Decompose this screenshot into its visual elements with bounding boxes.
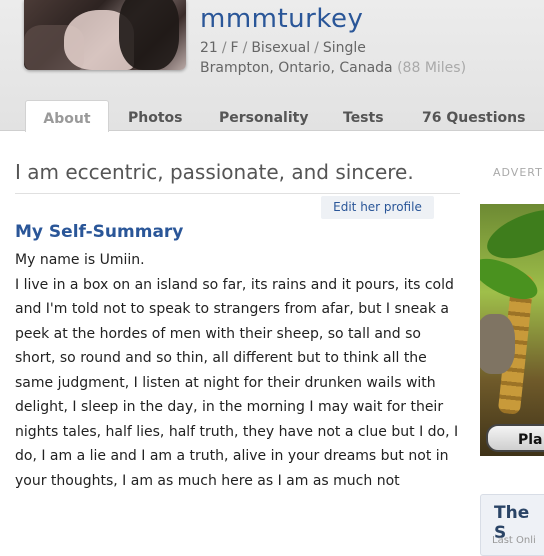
advertisement-label: ADVERT: [493, 166, 543, 179]
tab-about[interactable]: About: [25, 100, 109, 132]
edit-profile-button[interactable]: Edit her profile: [321, 196, 434, 219]
profile-header: mmmturkey 21/F / Bisexual / Single Brampton,…: [0, 0, 544, 132]
profile-basics: 21/F / Bisexual / Single: [200, 40, 366, 56]
sidebar-box-subtitle: Last Onli: [492, 535, 536, 546]
profile-gender: F: [230, 40, 239, 56]
profile-distance: (88 Miles): [397, 60, 467, 76]
profile-tabs: About Photos Personality Tests 76 Questi…: [0, 100, 544, 132]
profile-orientation: Bisexual: [251, 40, 311, 56]
profile-photo[interactable]: [24, 0, 186, 70]
advertisement-banner[interactable]: [480, 204, 544, 456]
profile-age: 21: [200, 40, 218, 56]
profile-tagline: I am eccentric, passionate, and sincere.: [15, 160, 414, 184]
profile-username: mmmturkey: [200, 4, 364, 34]
tab-personality[interactable]: Personality: [219, 100, 308, 130]
ad-play-button[interactable]: Pla: [486, 424, 544, 452]
summary-body: I live in a box on an island so far, its…: [15, 276, 459, 489]
self-summary-text: My name is Umiin. I live in a box on an …: [15, 248, 463, 493]
profile-location: Brampton, Ontario, Canada: [200, 60, 393, 76]
profile-location-line: Brampton, Ontario, Canada (88 Miles): [200, 60, 466, 76]
tab-questions[interactable]: 76 Questions: [422, 100, 525, 130]
tab-photos[interactable]: Photos: [128, 100, 183, 130]
divider: [15, 193, 460, 194]
profile-status: Single: [322, 40, 366, 56]
summary-intro: My name is Umiin.: [15, 252, 145, 268]
tab-tests[interactable]: Tests: [343, 100, 384, 130]
self-summary-heading: My Self-Summary: [15, 222, 184, 242]
